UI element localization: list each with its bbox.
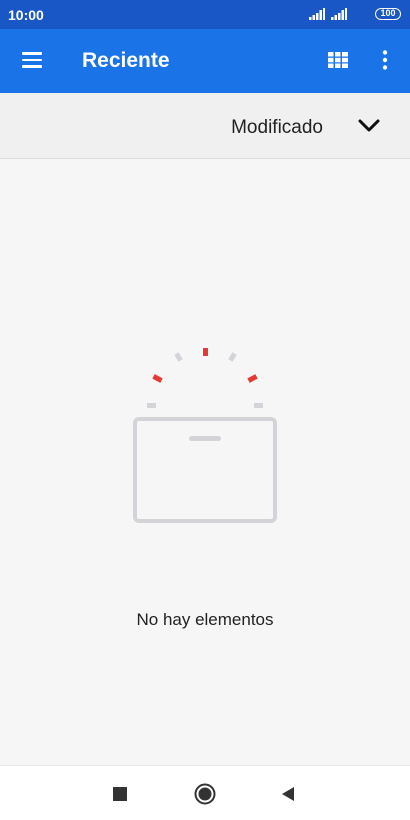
hamburger-menu-icon[interactable]: [22, 52, 42, 68]
illustration-box: [133, 417, 277, 523]
navigation-bar: [0, 765, 410, 820]
empty-state-message: No hay elementos: [136, 610, 274, 629]
illustration-dash: [254, 403, 263, 408]
empty-box-icon: [133, 348, 277, 523]
square-icon[interactable]: [108, 782, 132, 806]
more-vert-icon[interactable]: [374, 49, 396, 71]
page-title: Reciente: [82, 49, 170, 72]
illustration-dash: [203, 348, 208, 356]
illustration-dash: [247, 374, 258, 383]
illustration-dash: [152, 374, 163, 383]
illustration-dash: [228, 352, 237, 362]
grid-view-icon[interactable]: [328, 52, 348, 68]
illustration-handle: [189, 436, 221, 441]
triangle-back-icon[interactable]: [277, 782, 301, 806]
signal-icon: [309, 8, 325, 20]
circle-icon[interactable]: [193, 782, 217, 806]
illustration-dash: [147, 403, 156, 408]
status-bar: 10:00 100: [0, 0, 410, 29]
app-bar: Reciente: [0, 29, 410, 93]
chevron-down-icon[interactable]: [357, 118, 381, 134]
illustration-dash: [174, 352, 183, 362]
sort-dropdown-label[interactable]: Modificado: [231, 117, 323, 139]
screen: 10:00 100 Reciente Modificado No hay ele…: [0, 0, 410, 820]
sort-bar: Modificado: [0, 93, 410, 159]
signal-icon: [331, 8, 347, 20]
battery-icon: 100: [375, 8, 401, 20]
status-time: 10:00: [8, 7, 44, 23]
